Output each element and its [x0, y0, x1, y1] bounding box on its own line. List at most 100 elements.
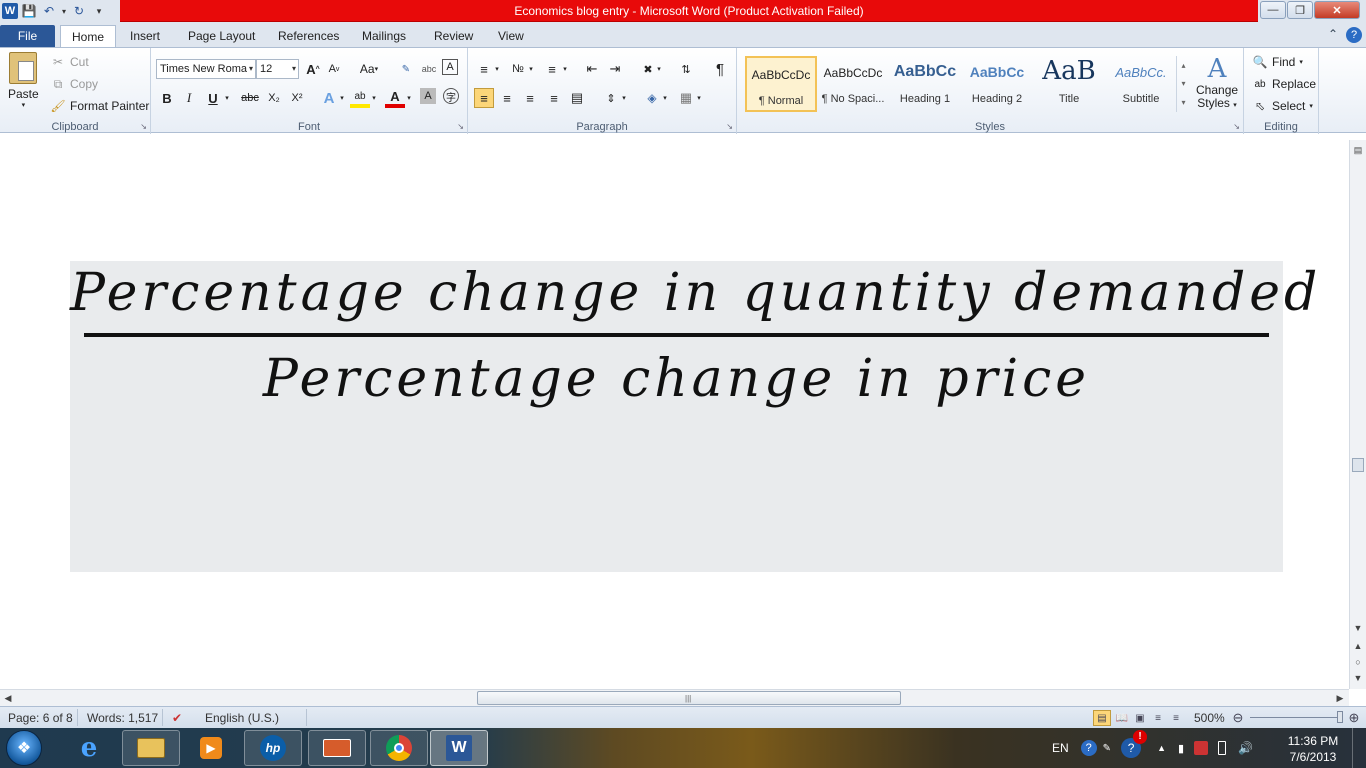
action-center-icon[interactable]: ?! [1121, 730, 1148, 758]
underline-dropdown-icon[interactable]: ▾ [222, 88, 232, 108]
chevron-down-icon[interactable]: ▾ [694, 88, 704, 108]
full-screen-reading-icon[interactable]: 📖 [1113, 710, 1131, 726]
chevron-down-icon[interactable]: ▾ [560, 59, 570, 79]
volume-icon[interactable]: 🔊 [1238, 741, 1253, 755]
chevron-down-icon[interactable]: ▾ [526, 59, 536, 79]
subscript-button[interactable]: X₂ [264, 88, 284, 108]
numbering-icon[interactable]: № [508, 59, 528, 79]
more-icon[interactable]: ▾ [1181, 98, 1185, 107]
font-color-icon[interactable]: A [385, 88, 405, 108]
scroll-left-icon[interactable]: ◀ [0, 690, 16, 706]
text-effects-icon[interactable]: A [319, 88, 339, 108]
redo-icon[interactable]: ↻ [70, 2, 88, 20]
sort-icon[interactable]: ⇅ [676, 59, 696, 79]
language[interactable]: English (U.S.) [205, 711, 279, 725]
undo-dropdown-icon[interactable]: ▾ [60, 2, 68, 20]
input-language[interactable]: EN [1052, 741, 1069, 755]
align-left-icon[interactable]: ≡ [474, 88, 494, 108]
minimize-ribbon-icon[interactable]: ⌃ [1328, 27, 1338, 43]
vertical-scroll-thumb[interactable] [1352, 458, 1364, 472]
chevron-down-icon[interactable]: ▾ [337, 88, 347, 108]
help-icon[interactable]: ? [1346, 27, 1362, 43]
show-desktop-button[interactable] [1352, 728, 1366, 768]
cut-button[interactable]: ✂ Cut [50, 54, 89, 70]
style-subtitle[interactable]: AaBbCc. Subtitle [1105, 56, 1177, 112]
horizontal-scrollbar[interactable]: ◀ ||| ▶ [0, 689, 1349, 706]
equation-numerator[interactable]: Percentage change in quantity demanded [70, 263, 1317, 323]
save-icon[interactable]: 💾 [20, 2, 38, 20]
shading-icon[interactable]: ◈ [642, 88, 662, 108]
tab-insert[interactable]: Insert [120, 25, 170, 47]
decrease-indent-icon[interactable]: ⇤ [582, 59, 602, 79]
change-case-button[interactable]: Aa ▾ [354, 59, 384, 79]
flag-icon[interactable] [1194, 741, 1209, 755]
browse-object-icon[interactable]: ○ [1350, 654, 1366, 670]
select-button[interactable]: ⬁ Select ▾ [1252, 98, 1313, 114]
shrink-font-icon[interactable]: Av [324, 59, 344, 79]
find-button[interactable]: 🔍 Find ▾ [1252, 54, 1303, 70]
close-button[interactable]: ✕ [1314, 1, 1360, 19]
distributed-icon[interactable]: ▤ [567, 88, 587, 108]
chevron-down-icon[interactable]: ▾ [492, 59, 502, 79]
chevron-up-icon[interactable]: ▴ [1181, 61, 1185, 70]
ruler-toggle-icon[interactable]: ▤ [1350, 142, 1366, 158]
clock[interactable]: 11:36 PM 7/6/2013 [1284, 733, 1342, 765]
change-styles-button[interactable]: A Change Styles ▾ [1196, 54, 1238, 112]
tab-mailings[interactable]: Mailings [352, 25, 416, 47]
paste-button[interactable]: Paste ▾ [8, 52, 39, 109]
dialog-launcher-icon[interactable]: ↘ [140, 122, 147, 131]
proofing-icon[interactable]: ✔ [172, 711, 182, 725]
signal-icon[interactable]: ▮ [1178, 742, 1184, 755]
hp-icon[interactable]: hp [244, 730, 302, 766]
style-title[interactable]: AaB Title [1033, 56, 1105, 112]
zoom-slider[interactable] [1250, 717, 1338, 718]
zoom-in-icon[interactable]: ⊕ [1345, 710, 1363, 726]
italic-button[interactable]: I [179, 88, 199, 108]
chevron-down-icon[interactable]: ▾ [654, 59, 664, 79]
show-formatting-icon[interactable]: ¶ [710, 59, 730, 79]
draft-icon[interactable]: ≡ [1167, 710, 1185, 726]
borders-icon[interactable]: ▦ [676, 88, 696, 108]
strikethrough-button[interactable]: abc [238, 88, 262, 108]
customize-icon[interactable]: ▾ [90, 2, 108, 20]
styles-scroll[interactable]: ▴ ▾ ▾ [1176, 56, 1190, 112]
scroll-right-icon[interactable]: ▶ [1332, 690, 1348, 706]
align-center-icon[interactable]: ≡ [497, 88, 517, 108]
previous-page-icon[interactable]: ▲ [1350, 638, 1366, 654]
tab-home[interactable]: Home [60, 25, 116, 47]
battery-icon[interactable] [1218, 741, 1227, 755]
horizontal-scroll-thumb[interactable]: ||| [477, 691, 901, 705]
next-page-icon[interactable]: ▼ [1350, 670, 1366, 686]
document-page[interactable]: Percentage change in quantity demanded P… [0, 134, 1349, 689]
increase-indent-icon[interactable]: ⇥ [605, 59, 625, 79]
vertical-scrollbar[interactable]: ▤ ▼ ▲ ○ ▼ [1349, 140, 1366, 689]
presentation-icon[interactable] [308, 730, 366, 766]
bold-button[interactable]: B [157, 88, 177, 108]
tab-view[interactable]: View [488, 25, 534, 47]
undo-icon[interactable]: ↶ [40, 2, 58, 20]
equation-box[interactable]: Percentage change in quantity demanded P… [70, 261, 1317, 572]
print-layout-icon[interactable]: ▤ [1093, 710, 1111, 726]
word-icon[interactable]: W [430, 730, 488, 766]
grow-font-icon[interactable]: A ^ [303, 59, 323, 79]
enclose-characters-icon[interactable]: 字 [443, 88, 459, 104]
maximize-button[interactable]: ❐ [1287, 1, 1313, 19]
zoom-slider-thumb[interactable] [1337, 711, 1343, 723]
clear-formatting-icon[interactable]: ✎ [396, 59, 416, 79]
chevron-down-icon[interactable]: ▾ [369, 88, 379, 108]
superscript-button[interactable]: X² [287, 88, 307, 108]
style-heading-2[interactable]: AaBbCc Heading 2 [961, 56, 1033, 112]
line-spacing-icon[interactable]: ⇕ [601, 88, 621, 108]
dialog-launcher-icon[interactable]: ↘ [457, 122, 464, 131]
font-name-combo[interactable]: Times New Roma ▾ [156, 59, 256, 79]
start-button[interactable]: ❖ [6, 730, 42, 766]
minimize-button[interactable]: — [1260, 1, 1286, 19]
tab-review[interactable]: Review [424, 25, 483, 47]
tab-references[interactable]: References [268, 25, 349, 47]
style-heading-1[interactable]: AaBbCc Heading 1 [889, 56, 961, 112]
tab-file[interactable]: File [0, 25, 55, 47]
file-explorer-icon[interactable] [122, 730, 180, 766]
internet-explorer-icon[interactable]: e [60, 730, 118, 766]
justify-icon[interactable]: ≡ [544, 88, 564, 108]
dialog-launcher-icon[interactable]: ↘ [1233, 122, 1240, 131]
